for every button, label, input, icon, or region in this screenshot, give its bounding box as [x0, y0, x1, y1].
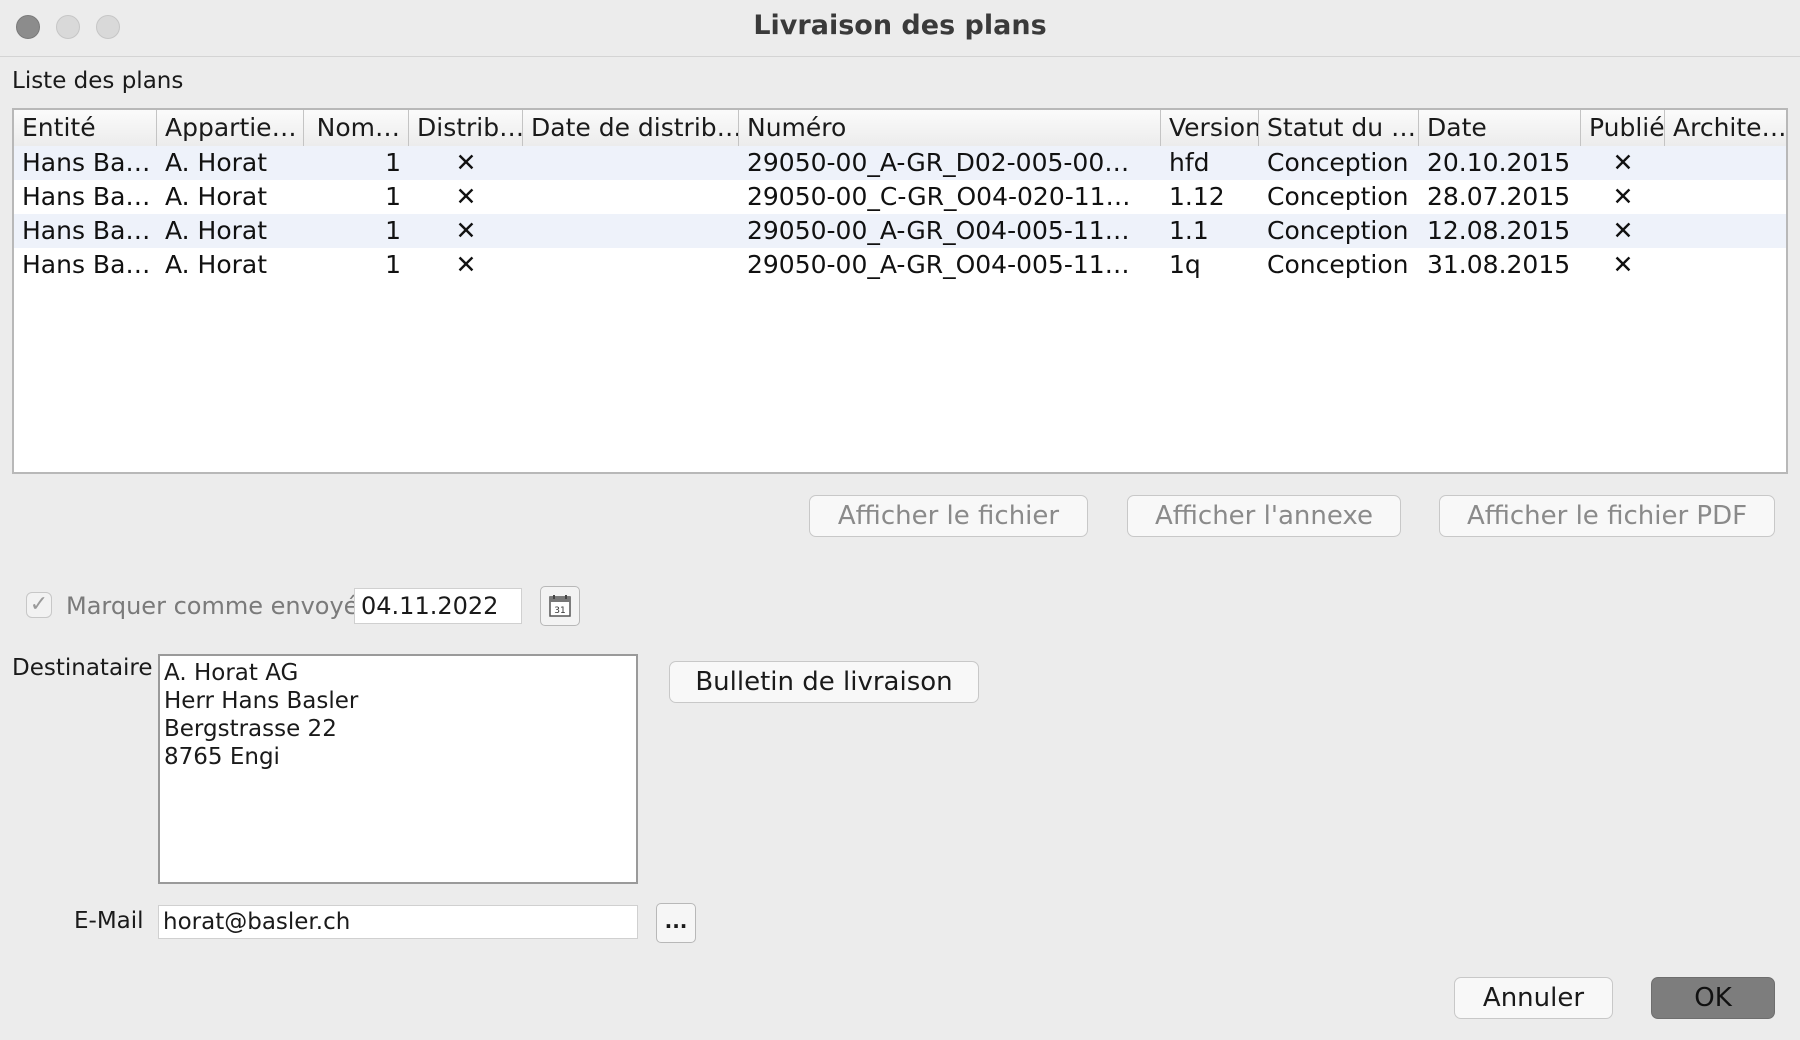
address-line: Bergstrasse 22: [164, 716, 337, 742]
cell-distribue-icon: ✕: [455, 250, 477, 279]
delivery-note-button[interactable]: Bulletin de livraison: [669, 661, 979, 703]
cell-numero: 29050-00_A-GR_O04-005-11…: [747, 250, 1130, 279]
address-line: A. Horat AG: [164, 660, 299, 686]
cell-nombre: 1: [385, 148, 401, 177]
cell-version: 1.12: [1169, 182, 1225, 211]
column-header-architecte[interactable]: Archite…: [1665, 110, 1786, 146]
calendar-button[interactable]: 31: [540, 586, 580, 626]
column-header-statut[interactable]: Statut du …: [1259, 110, 1419, 146]
cell-numero: 29050-00_C-GR_O04-020-11…: [747, 182, 1131, 211]
mark-as-sent-checkbox[interactable]: ✓: [26, 592, 52, 618]
column-header-nombre[interactable]: Nom…: [304, 110, 409, 146]
sent-date-field[interactable]: 04.11.2022: [354, 588, 522, 624]
cell-publie-icon: ✕: [1612, 148, 1634, 177]
table-row[interactable]: Hans Ba… A. Horat 1 ✕ 29050-00_A-GR_O04-…: [14, 248, 1786, 282]
cell-version: 1.1: [1169, 216, 1209, 245]
cell-architecte: [1665, 214, 1786, 248]
svg-text:31: 31: [554, 606, 565, 616]
cell-distribue-icon: ✕: [455, 216, 477, 245]
cell-date: 20.10.2015: [1427, 148, 1571, 177]
delivery-dialog: Livraison des plans Liste des plans Enti…: [0, 0, 1800, 1040]
cell-date-distribution: [523, 248, 739, 282]
cell-appartient: A. Horat: [165, 182, 268, 211]
cell-date: 12.08.2015: [1427, 216, 1571, 245]
cell-version: 1q: [1169, 250, 1201, 279]
cell-publie-icon: ✕: [1612, 216, 1634, 245]
cancel-button[interactable]: Annuler: [1454, 977, 1613, 1019]
cell-entite: Hans Ba…: [22, 182, 151, 211]
recipient-label: Destinataire: [12, 655, 153, 681]
cell-appartient: A. Horat: [165, 148, 268, 177]
plans-list-label: Liste des plans: [12, 68, 184, 94]
cell-nombre: 1: [385, 250, 401, 279]
column-header-version[interactable]: Version: [1161, 110, 1259, 146]
column-header-date-distribution[interactable]: Date de distrib…: [523, 110, 739, 146]
cell-nombre: 1: [385, 216, 401, 245]
cell-statut: Conception: [1267, 216, 1409, 245]
calendar-icon: 31: [549, 595, 571, 617]
cell-distribue-icon: ✕: [455, 148, 477, 177]
cell-date: 31.08.2015: [1427, 250, 1571, 279]
cell-architecte: [1665, 180, 1786, 214]
cell-entite: Hans Ba…: [22, 148, 151, 177]
show-annex-button[interactable]: Afficher l'annexe: [1127, 495, 1401, 537]
column-header-publie[interactable]: Publié: [1581, 110, 1665, 146]
column-header-numero[interactable]: Numéro: [739, 110, 1161, 146]
cell-numero: 29050-00_A-GR_D02-005-00…: [747, 148, 1130, 177]
cell-publie-icon: ✕: [1612, 182, 1634, 211]
cell-entite: Hans Ba…: [22, 216, 151, 245]
email-label: E-Mail: [74, 908, 144, 934]
show-pdf-button[interactable]: Afficher le fichier PDF: [1439, 495, 1775, 537]
cell-date-distribution: [523, 146, 739, 180]
cell-statut: Conception: [1267, 182, 1409, 211]
address-line: Herr Hans Basler: [164, 688, 359, 714]
table-row[interactable]: Hans Ba… A. Horat 1 ✕ 29050-00_C-GR_O04-…: [14, 180, 1786, 214]
email-field[interactable]: horat@basler.ch: [158, 905, 638, 939]
column-header-distribue[interactable]: Distrib…: [409, 110, 523, 146]
cell-publie-icon: ✕: [1612, 250, 1634, 279]
cell-date-distribution: [523, 214, 739, 248]
cell-statut: Conception: [1267, 250, 1409, 279]
address-line: 8765 Engi: [164, 744, 280, 770]
column-header-appartient[interactable]: Appartie…: [157, 110, 304, 146]
title-bar: Livraison des plans: [0, 0, 1800, 57]
mark-as-sent-label: Marquer comme envoyé:: [66, 592, 367, 620]
email-more-button[interactable]: ...: [656, 903, 696, 943]
cell-numero: 29050-00_A-GR_O04-005-11…: [747, 216, 1130, 245]
table-row[interactable]: Hans Ba… A. Horat 1 ✕ 29050-00_A-GR_D02-…: [14, 146, 1786, 180]
window-title: Livraison des plans: [753, 10, 1047, 41]
cell-date: 28.07.2015: [1427, 182, 1571, 211]
cell-appartient: A. Horat: [165, 250, 268, 279]
cell-entite: Hans Ba…: [22, 250, 151, 279]
cell-date-distribution: [523, 180, 739, 214]
cell-architecte: [1665, 248, 1786, 282]
recipient-address-textarea[interactable]: A. Horat AG Herr Hans Basler Bergstrasse…: [158, 654, 638, 884]
plans-table: Entité Appartie… Nom… Distrib… Date de d…: [12, 108, 1788, 474]
show-file-button[interactable]: Afficher le fichier: [809, 495, 1088, 537]
cell-nombre: 1: [385, 182, 401, 211]
cell-version: hfd: [1169, 148, 1210, 177]
ok-button[interactable]: OK: [1651, 977, 1775, 1019]
table-row[interactable]: Hans Ba… A. Horat 1 ✕ 29050-00_A-GR_O04-…: [14, 214, 1786, 248]
cell-architecte: [1665, 146, 1786, 180]
table-header: Entité Appartie… Nom… Distrib… Date de d…: [14, 110, 1786, 147]
column-header-date[interactable]: Date: [1419, 110, 1581, 146]
column-header-entite[interactable]: Entité: [14, 110, 157, 146]
cell-distribue-icon: ✕: [455, 182, 477, 211]
cell-appartient: A. Horat: [165, 216, 268, 245]
cell-statut: Conception: [1267, 148, 1409, 177]
